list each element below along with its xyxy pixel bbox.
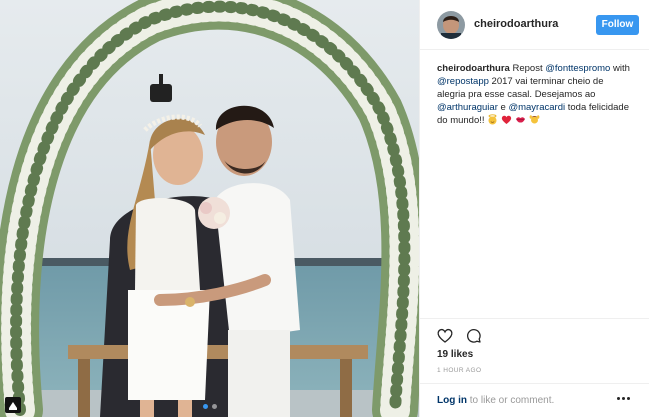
login-link[interactable]: Log in bbox=[437, 395, 467, 406]
likes-count[interactable]: 19 likes bbox=[437, 349, 473, 360]
mention-fonttespromo[interactable]: @fonttespromo bbox=[545, 63, 610, 74]
carousel-dot bbox=[211, 404, 217, 409]
post-header: cheirodoarthura Follow bbox=[420, 0, 649, 50]
more-dot bbox=[617, 397, 620, 400]
heart-icon[interactable] bbox=[437, 328, 453, 343]
avatar-image bbox=[437, 11, 465, 39]
post-photo[interactable] bbox=[0, 0, 419, 417]
comment-icon[interactable] bbox=[466, 328, 481, 343]
caption-username[interactable]: cheirodoarthura bbox=[437, 63, 510, 74]
caption-emojis bbox=[487, 114, 540, 125]
follow-button[interactable]: Follow bbox=[596, 15, 639, 35]
more-dot bbox=[627, 397, 630, 400]
header-username[interactable]: cheirodoarthura bbox=[474, 18, 558, 30]
more-dot bbox=[622, 397, 625, 400]
carousel-dots bbox=[0, 404, 419, 409]
post-caption: cheirodoarthura Repost @fonttespromo wit… bbox=[437, 62, 633, 127]
login-prompt-text: to like or comment. bbox=[469, 395, 555, 406]
more-options-icon[interactable] bbox=[617, 397, 631, 401]
caption-word-e: e bbox=[500, 102, 506, 113]
mention-mayracardi[interactable]: @mayracardi bbox=[508, 102, 565, 113]
kiss-mark-emoji bbox=[516, 117, 526, 123]
angel-emoji bbox=[488, 114, 497, 125]
login-prompt: Log in to like or comment. bbox=[437, 395, 554, 406]
action-bar bbox=[420, 318, 649, 343]
mention-repostapp[interactable]: @repostapp bbox=[437, 76, 489, 87]
comment-bar: Log in to like or comment. bbox=[420, 383, 649, 417]
post-timestamp: 1 HOUR AGO bbox=[437, 367, 482, 374]
instagram-post: cheirodoarthura Follow cheirodoarthura R… bbox=[0, 0, 649, 417]
person-raising-hands-emoji bbox=[529, 115, 540, 124]
caption-word-repost: Repost bbox=[512, 63, 543, 74]
post-sidebar: cheirodoarthura Follow cheirodoarthura R… bbox=[419, 0, 649, 417]
caption-word-with: with bbox=[612, 63, 630, 74]
avatar[interactable] bbox=[437, 11, 465, 39]
wedding-photo bbox=[0, 0, 419, 417]
mention-arthuraguiar[interactable]: @arthuraguiar bbox=[437, 102, 498, 113]
carousel-dot-active bbox=[202, 404, 208, 409]
red-heart-emoji bbox=[502, 115, 512, 124]
